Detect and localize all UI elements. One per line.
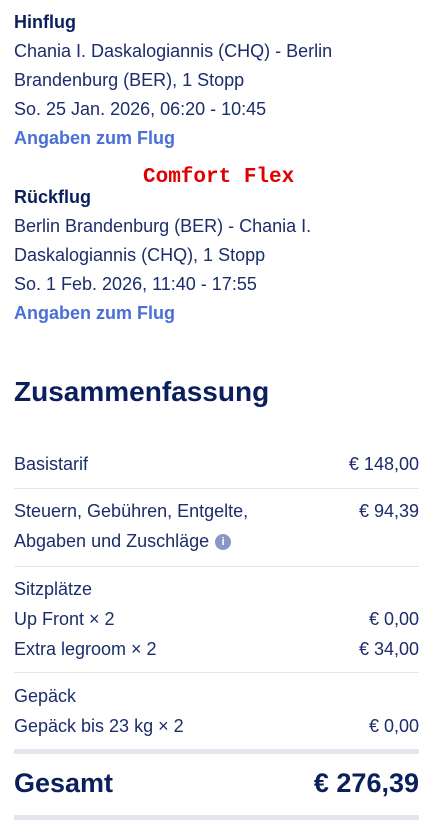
seat-item-amount: € 0,00 xyxy=(368,609,419,629)
outbound-route-line1: Chania I. Daskalogiannis (CHQ) - Berlin xyxy=(14,41,333,61)
seat-item-label: Up Front × 2 xyxy=(14,609,115,629)
taxes-label-line1: Steuern, Gebühren, Entgelte, xyxy=(14,501,249,521)
seats-heading: Sitzplätze xyxy=(14,579,93,599)
divider xyxy=(14,488,419,489)
return-datetime: So. 1 Feb. 2026, 11:40 - 17:55 xyxy=(14,274,257,294)
total-row: Gesamt € 276,39 xyxy=(14,768,419,799)
baggage-heading-row: Gepäck xyxy=(14,686,419,707)
outbound-details-link[interactable]: Angaben zum Flug xyxy=(14,124,425,153)
seat-item-row: Extra legroom × 2 € 34,00 xyxy=(14,639,419,660)
taxes-row: Steuern, Gebühren, Entgelte, € 94,39 xyxy=(14,501,419,522)
return-heading: Rückflug xyxy=(14,187,92,207)
taxes-row-line2: Abgaben und Zuschläge i xyxy=(14,531,419,552)
bottom-divider xyxy=(14,815,419,820)
seat-item-label: Extra legroom × 2 xyxy=(14,639,157,659)
total-label: Gesamt xyxy=(14,768,114,798)
baggage-heading: Gepäck xyxy=(14,686,77,706)
booking-summary-page: Hinflug Chania I. Daskalogiannis (CHQ) -… xyxy=(0,0,439,821)
return-flight-section: Rückflug Berlin Brandenburg (BER) - Chan… xyxy=(14,187,425,328)
seat-item-row: Up Front × 2 € 0,00 xyxy=(14,609,419,630)
baggage-item-amount: € 0,00 xyxy=(368,716,419,736)
info-icon[interactable]: i xyxy=(215,534,232,551)
base-fare-row: Basistarif € 148,00 xyxy=(14,454,419,475)
total-divider xyxy=(14,749,419,754)
divider xyxy=(14,672,419,673)
return-route-line2: Daskalogiannis (CHQ), 1 Stopp xyxy=(14,245,266,265)
baggage-item-row: Gepäck bis 23 kg × 2 € 0,00 xyxy=(14,716,419,737)
total-amount: € 276,39 xyxy=(313,768,419,798)
baggage-item-label: Gepäck bis 23 kg × 2 xyxy=(14,716,184,736)
seat-item-amount: € 34,00 xyxy=(358,639,419,659)
outbound-heading: Hinflug xyxy=(14,12,76,32)
taxes-amount: € 94,39 xyxy=(358,501,419,521)
summary-title: Zusammenfassung xyxy=(14,376,270,407)
outbound-datetime: So. 25 Jan. 2026, 06:20 - 10:45 xyxy=(14,99,267,119)
base-fare-label: Basistarif xyxy=(14,454,89,474)
seats-heading-row: Sitzplätze xyxy=(14,579,419,600)
divider xyxy=(14,566,419,567)
return-route-line1: Berlin Brandenburg (BER) - Chania I. xyxy=(14,216,312,236)
fare-label: Comfort Flex xyxy=(143,166,295,189)
return-details-link[interactable]: Angaben zum Flug xyxy=(14,299,425,328)
outbound-flight-section: Hinflug Chania I. Daskalogiannis (CHQ) -… xyxy=(14,12,425,153)
taxes-label-line2: Abgaben und Zuschläge xyxy=(14,531,210,551)
outbound-route-line2: Brandenburg (BER), 1 Stopp xyxy=(14,70,245,90)
base-fare-amount: € 148,00 xyxy=(348,454,419,474)
